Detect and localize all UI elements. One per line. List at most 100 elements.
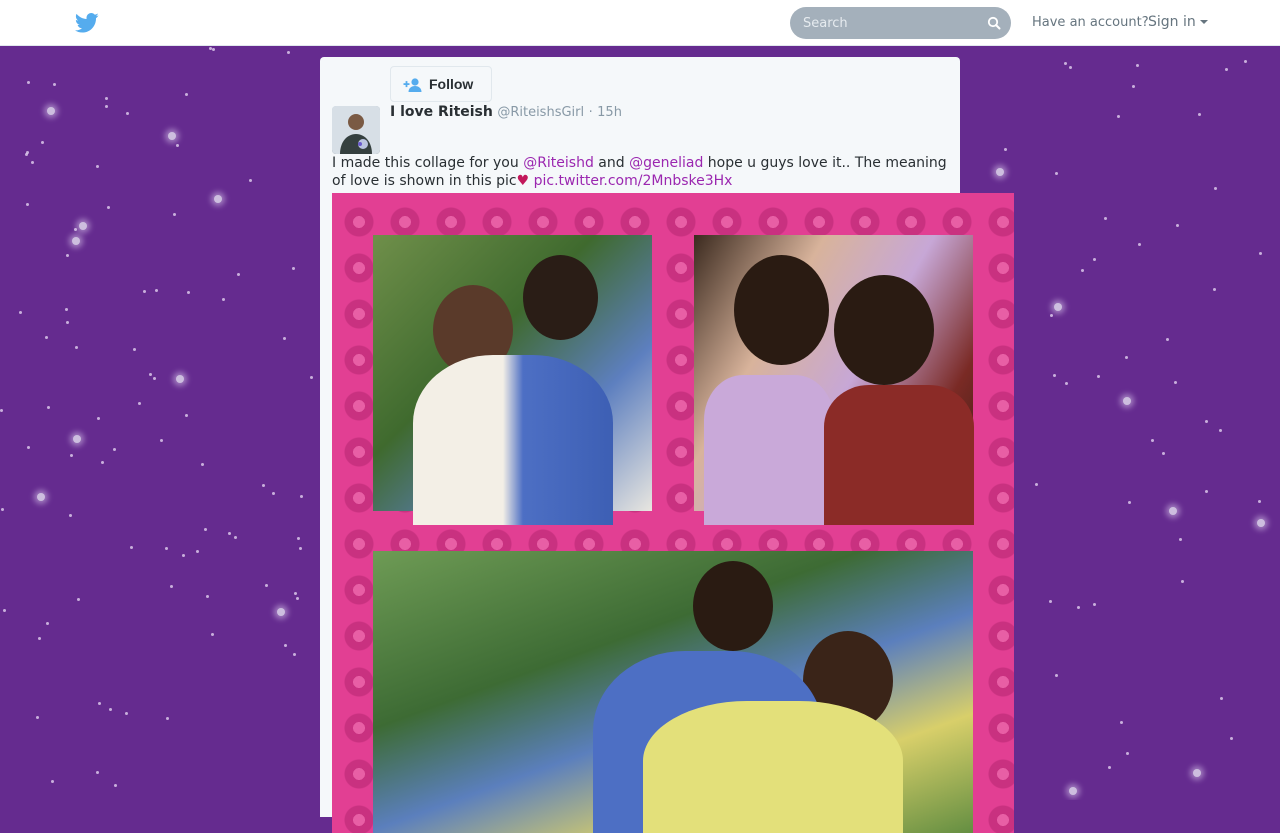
- author-name[interactable]: I love Riteish: [390, 104, 493, 120]
- sign-in-label: Sign in: [1148, 14, 1196, 30]
- collage-image[interactable]: [332, 193, 1014, 833]
- avatar[interactable]: [332, 106, 380, 154]
- mention-link[interactable]: @Riteishd: [523, 155, 594, 171]
- star-decoration: [138, 402, 142, 406]
- star-decoration: [97, 417, 101, 421]
- star-decoration: [66, 254, 70, 258]
- star-decoration: [1064, 381, 1068, 385]
- star-decoration: [96, 164, 100, 168]
- star-decoration: [154, 288, 158, 292]
- star-decoration: [1179, 537, 1183, 541]
- mention-link[interactable]: @geneliad: [629, 155, 703, 171]
- tweet-timestamp[interactable]: 15h: [597, 105, 622, 120]
- star-decoration: [261, 483, 265, 487]
- star-decoration: [170, 585, 174, 589]
- star-decoration: [1136, 63, 1140, 67]
- star-decoration: [1004, 147, 1007, 151]
- star-decoration: [272, 492, 276, 496]
- star-decoration: [1053, 373, 1057, 377]
- star-decoration: [153, 376, 157, 380]
- star-decoration: [293, 652, 297, 656]
- author-handle[interactable]: @RiteishsGirl: [497, 105, 584, 120]
- star-decoration: [1068, 787, 1077, 796]
- search-box: [790, 7, 1011, 39]
- star-decoration: [294, 591, 298, 595]
- star-decoration: [236, 272, 240, 276]
- star-decoration: [72, 237, 81, 246]
- star-decoration: [172, 212, 176, 216]
- star-decoration: [1259, 251, 1263, 255]
- have-account-text: Have an account?: [1032, 15, 1149, 30]
- star-decoration: [105, 96, 109, 100]
- star-decoration: [165, 546, 169, 550]
- star-decoration: [1081, 268, 1085, 272]
- star-decoration: [1104, 217, 1108, 221]
- twitter-bird-icon[interactable]: [75, 13, 99, 33]
- star-decoration: [1117, 115, 1121, 119]
- star-decoration: [1128, 500, 1132, 504]
- star-decoration: [30, 161, 34, 165]
- star-decoration: [1126, 752, 1130, 756]
- star-decoration: [212, 48, 216, 52]
- star-decoration: [0, 408, 4, 412]
- star-decoration: [46, 621, 50, 625]
- star-decoration: [1, 507, 5, 511]
- star-decoration: [184, 414, 188, 418]
- star-decoration: [97, 702, 101, 706]
- star-decoration: [249, 178, 253, 182]
- star-decoration: [1258, 499, 1262, 503]
- star-decoration: [1225, 67, 1229, 71]
- star-decoration: [1092, 602, 1096, 606]
- star-decoration: [214, 195, 223, 204]
- star-decoration: [1181, 580, 1185, 584]
- star-decoration: [1049, 599, 1053, 603]
- star-decoration: [1119, 721, 1123, 725]
- tweet-card: Follow I love Riteish @RiteishsGirl · 15…: [320, 57, 1014, 833]
- top-navigation-bar: Have an account? Sign in: [0, 0, 1280, 46]
- star-decoration: [26, 446, 30, 450]
- star-decoration: [68, 513, 72, 517]
- star-decoration: [1161, 452, 1165, 456]
- star-decoration: [210, 632, 214, 636]
- star-decoration: [24, 153, 28, 157]
- star-decoration: [74, 227, 78, 231]
- star-decoration: [100, 460, 104, 464]
- star-decoration: [1257, 519, 1266, 528]
- star-decoration: [184, 92, 188, 96]
- star-decoration: [186, 291, 190, 295]
- search-icon[interactable]: [987, 16, 1001, 30]
- star-decoration: [2, 609, 6, 613]
- star-decoration: [200, 463, 204, 467]
- star-decoration: [168, 132, 177, 141]
- star-decoration: [113, 448, 117, 452]
- star-decoration: [75, 345, 79, 349]
- star-decoration: [52, 83, 56, 87]
- star-decoration: [182, 553, 186, 557]
- star-decoration: [72, 434, 81, 443]
- star-decoration: [46, 405, 50, 409]
- star-decoration: [125, 712, 129, 716]
- sign-in-dropdown[interactable]: Sign in: [1148, 14, 1208, 30]
- follow-button[interactable]: Follow: [390, 66, 492, 102]
- star-decoration: [1213, 186, 1217, 190]
- star-decoration: [1069, 66, 1073, 70]
- pic-link[interactable]: pic.twitter.com/2Mnbske3Hx: [534, 173, 733, 189]
- follow-label: Follow: [429, 76, 474, 92]
- caret-down-icon: [1199, 20, 1208, 24]
- star-decoration: [309, 376, 313, 380]
- star-decoration: [995, 167, 1004, 176]
- star-decoration: [1093, 257, 1097, 261]
- star-decoration: [1122, 396, 1131, 405]
- star-decoration: [69, 453, 73, 457]
- star-decoration: [1204, 420, 1208, 424]
- star-decoration: [297, 536, 301, 540]
- star-decoration: [148, 372, 152, 376]
- star-decoration: [64, 308, 68, 312]
- star-decoration: [1097, 374, 1101, 378]
- tweet-text-part: and: [593, 155, 630, 171]
- search-input[interactable]: [790, 7, 980, 39]
- star-decoration: [205, 595, 209, 599]
- tweet-text: I made this collage for you @Riteishd an…: [332, 154, 948, 190]
- star-decoration: [1138, 243, 1142, 247]
- star-decoration: [1125, 355, 1129, 359]
